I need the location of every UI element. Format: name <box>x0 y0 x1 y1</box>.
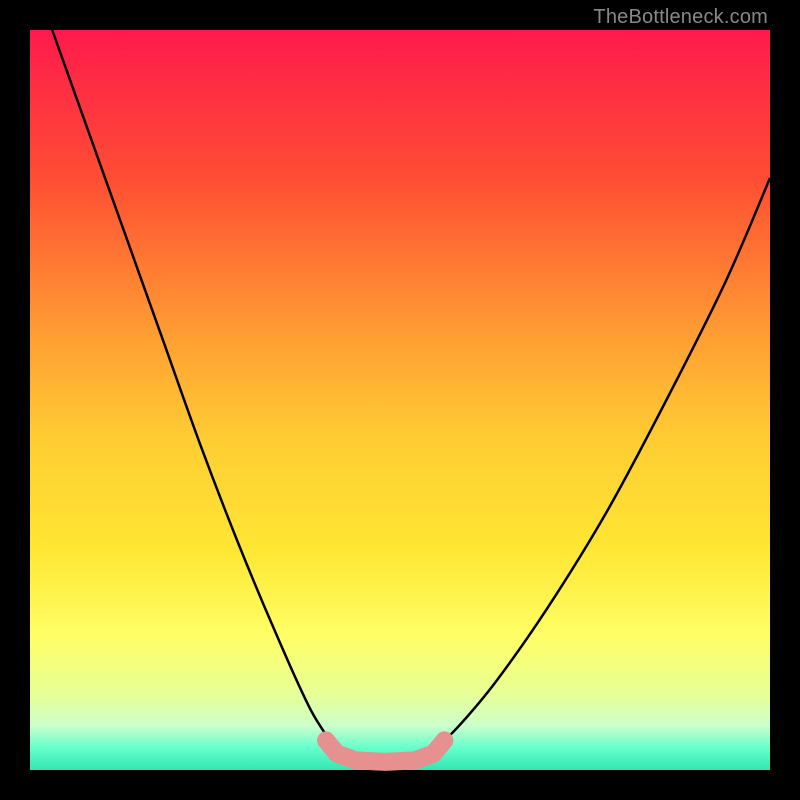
watermark-text: TheBottleneck.com <box>593 6 768 29</box>
trough-marker <box>326 740 444 761</box>
chart-svg <box>0 0 800 800</box>
left-curve <box>52 30 341 755</box>
plot-area <box>52 30 770 762</box>
right-curve <box>430 178 770 755</box>
